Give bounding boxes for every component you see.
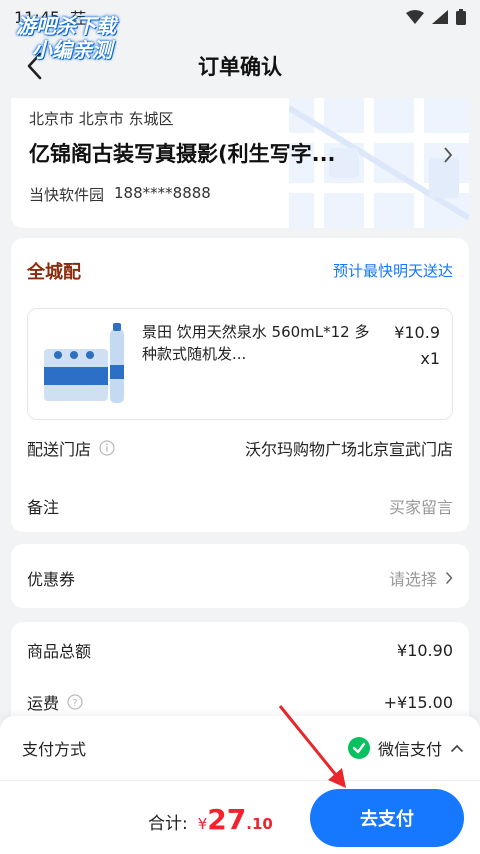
address-contact: 当快软件园 188****8888: [29, 184, 211, 205]
total-amount-dec: .10: [246, 815, 273, 833]
address-name: 亿锦阁古装写真摄影(利生写字...: [29, 142, 336, 166]
chevron-right-icon: [445, 571, 453, 585]
goods-total-row: 商品总额 ¥10.90: [27, 638, 453, 662]
signal-icon: [432, 10, 448, 24]
product-name: 景田 饮用天然泉水 560mL*12 多种款式随机发...: [142, 323, 370, 363]
contact-phone: 188****8888: [114, 184, 211, 202]
wifi-icon: [406, 10, 424, 24]
total-amount-int: 27: [207, 803, 247, 836]
remark-input[interactable]: 买家留言: [389, 494, 453, 518]
coupon-card[interactable]: 优惠券 请选择: [11, 544, 469, 608]
checkout-bar: 合计: ¥ 27 .10 去支付: [0, 780, 480, 854]
chevron-up-icon: [450, 744, 464, 752]
watermark-logo: 游吧杀下载 小编亲测: [16, 14, 116, 62]
delivery-card: 全城配 预计最快明天送达 景田 饮用天然泉水 560mL*12 多种款式随机发.…: [11, 238, 469, 532]
freight-row: 运费 ? +¥15.00: [27, 690, 453, 714]
store-label: 配送门店: [27, 440, 92, 459]
contact-name: 当快软件园: [29, 186, 105, 204]
payment-method-name: 微信支付: [377, 740, 442, 759]
status-icons: [406, 9, 466, 25]
watermark-line2: 小编亲测: [32, 38, 112, 62]
delivery-eta: 预计最快明天送达: [332, 262, 453, 280]
info-icon[interactable]: [99, 440, 115, 456]
svg-text:?: ?: [72, 698, 77, 709]
coupon-row[interactable]: 优惠券 请选择: [27, 566, 453, 590]
product-item[interactable]: 景田 饮用天然泉水 560mL*12 多种款式随机发... ¥10.9 x1: [27, 308, 453, 420]
freight-label: 运费: [27, 694, 60, 713]
remark-row[interactable]: 备注 买家留言: [27, 494, 453, 518]
coupon-label: 优惠券: [27, 570, 76, 589]
watermark-line1: 游吧杀下载: [16, 14, 116, 38]
product-qty: x1: [420, 349, 440, 368]
pay-button[interactable]: 去支付: [310, 789, 464, 847]
total-label: 合计:: [148, 814, 188, 834]
store-value: 沃尔玛购物广场北京宣武门店: [244, 440, 453, 459]
wechat-pay-icon: [347, 737, 370, 759]
address-region: 北京市 北京市 东城区: [29, 110, 174, 128]
coupon-value: 请选择: [388, 570, 437, 589]
payment-label: 支付方式: [22, 740, 87, 759]
goods-total-value: ¥10.90: [397, 640, 453, 660]
remark-label: 备注: [27, 498, 60, 517]
payment-method-bar[interactable]: 支付方式 微信支付: [0, 716, 480, 780]
battery-icon: [456, 9, 466, 25]
chevron-right-icon: [444, 147, 453, 163]
total-currency: ¥: [197, 815, 208, 833]
store-row: 配送门店 沃尔玛购物广场北京宣武门店: [27, 436, 453, 460]
address-card[interactable]: 北京市 北京市 东城区 亿锦阁古装写真摄影(利生写字... 当快软件园 188*…: [11, 98, 469, 228]
help-icon[interactable]: ?: [67, 694, 83, 710]
order-total: 合计: ¥ 27 .10: [148, 803, 273, 836]
delivery-tag: 全城配: [27, 262, 81, 283]
product-price: ¥10.9: [394, 323, 440, 342]
goods-total-label: 商品总额: [27, 642, 92, 661]
freight-value: +¥15.00: [383, 692, 453, 712]
payment-method-selector[interactable]: 微信支付: [347, 736, 464, 760]
page-title: 订单确认: [198, 55, 282, 79]
product-image: [40, 321, 130, 409]
